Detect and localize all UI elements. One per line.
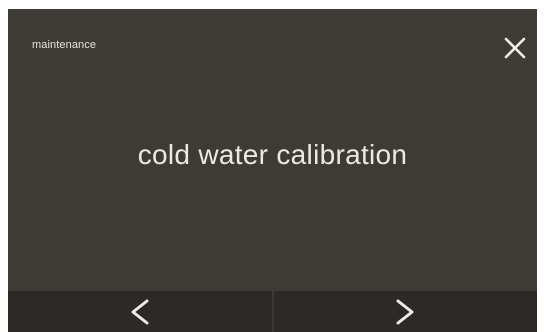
chevron-left-icon [131,299,149,324]
chevron-right-icon [396,299,414,324]
close-button[interactable] [500,33,530,63]
close-icon [504,37,526,59]
device-screen: maintenance cold water calibration [8,9,537,332]
screen-title: cold water calibration [137,139,408,170]
header-title: maintenance [32,39,97,51]
previous-button[interactable] [8,291,272,332]
main-content: cold water calibration [8,69,537,291]
navigation-bar [8,291,537,332]
next-button[interactable] [274,291,538,332]
